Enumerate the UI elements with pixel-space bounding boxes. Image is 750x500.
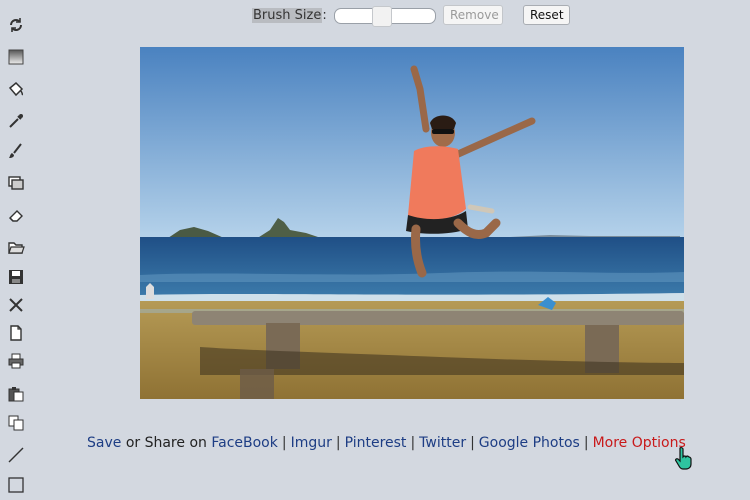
tool-gradient[interactable]: [5, 46, 27, 68]
share-imgur-link[interactable]: Imgur: [291, 435, 332, 451]
beach-jump-photo: [140, 47, 684, 399]
photo-canvas[interactable]: [140, 47, 684, 399]
share-facebook-link[interactable]: FaceBook: [211, 435, 278, 451]
eyedropper-icon: [9, 114, 23, 128]
share-twitter-link[interactable]: Twitter: [419, 435, 466, 451]
or-share-text: or Share on: [121, 435, 212, 451]
separator: |: [583, 435, 589, 451]
tool-new-file[interactable]: [5, 322, 27, 344]
tool-save[interactable]: [5, 266, 27, 288]
eraser-icon: [9, 210, 23, 222]
tool-crop[interactable]: [5, 172, 27, 194]
tool-paste[interactable]: [5, 383, 27, 405]
tool-close[interactable]: [5, 294, 27, 316]
fill-bucket-icon: [8, 81, 24, 97]
brush-size-colon: :: [322, 8, 327, 23]
tool-open[interactable]: [5, 236, 27, 258]
new-file-icon: [10, 325, 22, 341]
remove-button[interactable]: Remove: [443, 5, 503, 25]
brush-controls: Brush Size: Remove Reset: [0, 5, 750, 27]
tool-rectangle[interactable]: [5, 474, 27, 496]
save-disk-icon: [9, 270, 23, 284]
gradient-icon: [8, 49, 24, 65]
tool-fill-bucket[interactable]: [5, 78, 27, 100]
separator: |: [470, 435, 475, 451]
print-icon: [8, 353, 24, 369]
save-link[interactable]: Save: [87, 435, 121, 451]
brush-size-label: Brush Size:: [252, 7, 327, 25]
paste-icon: [8, 387, 24, 402]
tool-brush[interactable]: [5, 140, 27, 162]
copy-icon: [8, 415, 24, 431]
separator: |: [281, 435, 287, 451]
slider-thumb[interactable]: [372, 6, 392, 27]
tool-print[interactable]: [5, 350, 27, 372]
separator: |: [335, 435, 341, 451]
tool-line[interactable]: [5, 444, 27, 466]
brush-size-text: Brush Size: [252, 8, 323, 23]
tool-sidebar: [0, 0, 32, 500]
tool-eraser[interactable]: [5, 204, 27, 226]
close-x-icon: [9, 298, 23, 312]
separator: |: [410, 435, 416, 451]
hand-cursor: [674, 446, 694, 470]
more-options-link[interactable]: More Options: [593, 435, 686, 451]
rectangle-tool-icon: [8, 477, 24, 493]
crop-icon: [8, 176, 24, 190]
tool-copy[interactable]: [5, 412, 27, 434]
tool-eyedropper[interactable]: [5, 110, 27, 132]
reset-button[interactable]: Reset: [523, 5, 570, 25]
share-google-photos-link[interactable]: Google Photos: [479, 435, 580, 451]
line-tool-icon: [8, 447, 24, 463]
hand-pointer-icon: [675, 446, 692, 470]
share-pinterest-link[interactable]: Pinterest: [345, 435, 407, 451]
brush-size-slider[interactable]: [334, 6, 436, 27]
open-folder-icon: [8, 242, 25, 254]
brush-icon: [9, 143, 22, 158]
